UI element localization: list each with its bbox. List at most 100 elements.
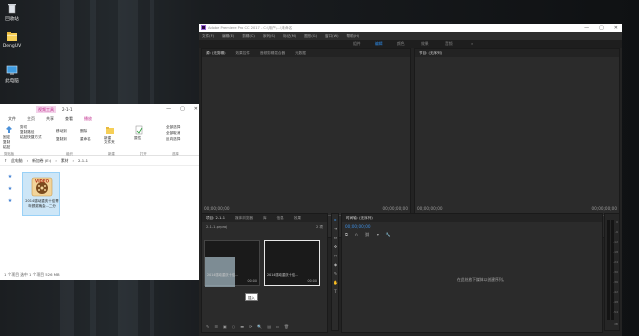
address-bar[interactable]: ↑ 此电脑 › 新加卷 (E:) › 素材 › 2-1-1 (0, 156, 201, 166)
close-button[interactable]: ✕ (614, 24, 618, 32)
workspace-more[interactable]: » (471, 40, 473, 48)
paste-shortcut-button[interactable]: 粘贴快捷方式 (20, 135, 42, 140)
project-file-name: 2-1-1.prproj (206, 225, 228, 229)
video-tools-tab[interactable]: 视频工具 (36, 106, 56, 113)
menu-graphics[interactable]: 图形(G) (304, 34, 317, 39)
premiere-titlebar[interactable]: Adobe Premiere Pro CC 2017 - C:\用户\...\未… (199, 24, 622, 32)
copy-to-button[interactable]: 复制到 (56, 137, 67, 142)
snap-icon[interactable]: ∩ (355, 232, 358, 237)
workspace-audio[interactable]: 音频 (445, 40, 453, 48)
desktop-icon-computer[interactable]: 此电脑 (0, 64, 28, 84)
minimize-button[interactable]: — (584, 24, 589, 32)
timeline-panel[interactable]: 时间轴: (无序列) 00;00;00;00 ⧉ ∩ ⛓ ▾ 🔧 在此处放下媒体… (341, 213, 603, 333)
select-all-button[interactable]: 全部选择 (166, 125, 180, 130)
quick-access-star-icon[interactable]: ★ (7, 186, 13, 192)
ribbon-tab-share[interactable]: 共享 (46, 116, 54, 122)
program-monitor-panel[interactable]: 节目: (无序列) 00;00;00;00 00;00;00;00 ◂ { } … (414, 48, 620, 238)
move-to-button[interactable]: 移动到 (56, 129, 67, 134)
clip-thumbnail-selected[interactable]: 2014感动重庆十佳... 00:00 (264, 240, 320, 286)
tab-project[interactable]: 项目: 2-1-1 (206, 216, 225, 221)
maximize-button[interactable]: ▢ (180, 106, 185, 112)
track-select-tool-icon[interactable]: ⇥ (333, 226, 339, 232)
ribbon-tab-file[interactable]: 文件 (8, 116, 16, 122)
workspace-effects[interactable]: 效果 (421, 40, 429, 48)
ripple-edit-tool-icon[interactable]: ⇔ (333, 235, 339, 241)
menu-marker[interactable]: 标记(M) (283, 34, 296, 39)
slip-tool-icon[interactable]: ⇿ (333, 253, 339, 259)
paste-button[interactable]: 粘贴 (3, 145, 10, 150)
premiere-window[interactable]: Adobe Premiere Pro CC 2017 - C:\用户\...\未… (199, 24, 622, 336)
project-panel[interactable]: 项目: 2-1-1 媒体浏览器 库 信息 效果 2-1-1.prproj 2 项… (201, 213, 328, 333)
ribbon-tab-play[interactable]: 播放 (84, 116, 92, 122)
trash-icon[interactable]: 🗑 (284, 324, 289, 329)
icon-view-icon[interactable]: ▣ (223, 324, 227, 329)
breadcrumb-item[interactable]: 此电脑 (11, 158, 22, 164)
quick-access-star-icon[interactable]: ★ (7, 198, 13, 204)
source-timecode-current[interactable]: 00;00;00;00 (204, 206, 230, 211)
clip-thumbnail[interactable]: 2014感动重庆十佳... 00:00 (204, 240, 260, 287)
razor-tool-icon[interactable]: ◆ (333, 262, 339, 268)
rate-stretch-tool-icon[interactable]: ✥ (333, 244, 339, 250)
desktop-icon-recycle-bin[interactable]: 回收站 (0, 2, 28, 22)
nest-icon[interactable]: ⧉ (345, 232, 348, 237)
workspace-color[interactable]: 颜色 (397, 40, 405, 48)
tab-effect-controls[interactable]: 效果控件 (236, 51, 250, 56)
write-icon[interactable]: ✎ (206, 324, 209, 329)
linked-selection-icon[interactable]: ⛓ (365, 232, 370, 237)
new-bin-icon[interactable]: ▤ (267, 324, 271, 329)
select-none-button[interactable]: 全部取消 (166, 131, 180, 136)
minimize-button[interactable]: — (166, 106, 171, 112)
source-monitor-panel[interactable]: 源: (无剪辑) 效果控件 音频剪辑混合器 元数据 00;00;00;00 00… (201, 48, 411, 238)
tab-timeline[interactable]: 时间轴: (无序列) (346, 216, 373, 221)
tab-source[interactable]: 源: (无剪辑) (206, 51, 226, 56)
hand-tool-icon[interactable]: ✋ (333, 280, 339, 286)
invert-selection-button[interactable]: 反向选择 (166, 137, 180, 142)
tab-info[interactable]: 信息 (277, 216, 284, 221)
workspace-editing[interactable]: 编辑 (375, 40, 383, 48)
delete-button[interactable]: 删除 (80, 129, 87, 134)
menu-edit[interactable]: 编辑(E) (222, 34, 234, 39)
new-item-icon[interactable]: ▫ (276, 324, 279, 329)
automate-icon[interactable]: ⟳ (249, 324, 252, 329)
up-arrow-icon[interactable]: ↑ (4, 158, 7, 163)
breadcrumb-item[interactable]: 2-1-1 (78, 158, 88, 163)
desktop-icon-user-folder[interactable]: DengUV (0, 30, 28, 49)
rename-button[interactable]: 重命名 (80, 137, 91, 142)
explorer-content[interactable]: ★ ★ ★ VIDEO 2014感动重庆十佳青年颁奖晚会...二分 (0, 168, 202, 268)
tab-effects[interactable]: 效果 (294, 216, 301, 221)
timeline-timecode[interactable]: 00;00;00;00 (345, 224, 371, 229)
explorer-titlebar[interactable]: 视频工具 2-1-1 — ▢ ✕ (0, 104, 201, 115)
tab-libraries[interactable]: 库 (263, 216, 267, 221)
sort-icon[interactable]: ▬ (240, 324, 244, 329)
menu-file[interactable]: 文件(F) (202, 34, 214, 39)
workspace-assembly[interactable]: 组件 (353, 40, 361, 48)
new-folder-button[interactable]: 新建 文件夹 (104, 136, 115, 144)
add-marker-icon[interactable]: ▾ (377, 232, 379, 237)
tab-audio-clip-mixer[interactable]: 音频剪辑混合器 (260, 51, 285, 56)
close-button[interactable]: ✕ (194, 106, 198, 112)
menu-window[interactable]: 窗口(W) (325, 34, 339, 39)
type-tool-icon[interactable]: T (333, 289, 339, 295)
menu-sequence[interactable]: 序列(S) (263, 34, 275, 39)
selection-tool-icon[interactable]: ▸ (333, 217, 339, 223)
wrench-icon[interactable]: 🔧 (386, 232, 391, 237)
tab-metadata[interactable]: 元数据 (295, 51, 306, 56)
ribbon-tab-home[interactable]: 主页 (27, 116, 35, 122)
properties-button[interactable]: 属性 (134, 136, 141, 141)
program-timecode-current[interactable]: 00;00;00;00 (417, 206, 443, 211)
zoom-slider-icon[interactable]: ○ (232, 324, 236, 329)
file-item-selected[interactable]: VIDEO 2014感动重庆十佳青年颁奖晚会...二分 (22, 172, 60, 216)
quick-access-star-icon[interactable]: ★ (7, 174, 13, 180)
menu-help[interactable]: 帮助(H) (347, 34, 360, 39)
tab-program[interactable]: 节目: (无序列) (419, 51, 442, 56)
search-icon[interactable]: 🔍 (257, 324, 262, 329)
file-explorer-window[interactable]: 视频工具 2-1-1 — ▢ ✕ 文件 主页 共享 查看 播放 固定 复制 粘贴… (0, 104, 202, 280)
list-view-icon[interactable]: ☰ (214, 324, 218, 329)
tab-media-browser[interactable]: 媒体浏览器 (235, 216, 253, 221)
maximize-button[interactable]: ▢ (599, 24, 604, 32)
menu-clip[interactable]: 剪辑(C) (242, 34, 255, 39)
pen-tool-icon[interactable]: ✎ (333, 271, 339, 277)
breadcrumb-item[interactable]: 素材 (61, 158, 69, 164)
ribbon-tab-view[interactable]: 查看 (65, 116, 73, 122)
breadcrumb-item[interactable]: 新加卷 (E:) (32, 158, 51, 164)
